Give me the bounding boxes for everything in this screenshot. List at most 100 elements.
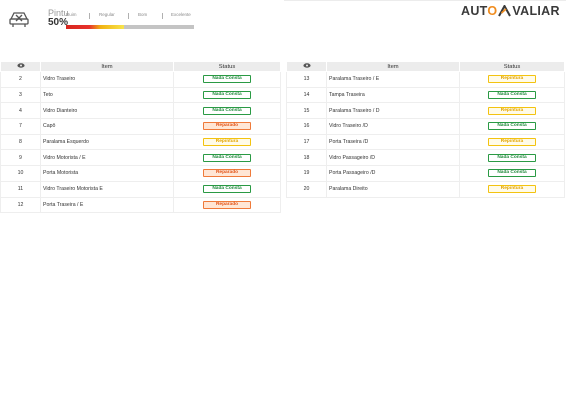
item-column-header: Item	[326, 61, 460, 72]
table-row[interactable]: 2 Vidro Traseiro Nada Consta	[0, 71, 281, 88]
row-status: Nada Consta	[173, 87, 281, 104]
row-number: 13	[286, 71, 327, 88]
scale-label-excelente: Excelente	[171, 12, 191, 17]
table-row[interactable]: 20 Paralama Direito Repintura	[286, 181, 565, 198]
scale-tick	[89, 13, 90, 19]
table-row[interactable]: 7 Capô Reparado	[0, 118, 281, 135]
row-status: Nada Consta	[459, 149, 565, 167]
table-row[interactable]: 14 Tampa Traseira Nada Consta	[286, 87, 565, 104]
scale-labels: Ruim Regular Bom Excelente	[66, 12, 194, 20]
status-column-header: Status	[173, 61, 281, 72]
status-badge: Nada Consta	[488, 169, 536, 178]
table-row[interactable]: 12 Porta Traseira / E Reparado	[0, 197, 281, 214]
row-item: Vidro Traseiro	[40, 71, 174, 88]
inspection-table-right: Item Status 13 Paralama Traseiro / E Repin…	[286, 61, 565, 198]
paint-percent: 50%	[48, 17, 69, 28]
row-item: Paralama Traseiro / D	[326, 102, 460, 120]
table-row[interactable]: 15 Paralama Traseiro / D Repintura	[286, 102, 565, 120]
car-inspection-icon	[9, 12, 29, 27]
table-row[interactable]: 4 Vidro Dianteiro Nada Consta	[0, 102, 281, 120]
status-badge: Reparado	[203, 200, 251, 209]
row-number: 18	[286, 149, 327, 167]
scale-tick	[162, 13, 163, 19]
view-column-header	[286, 61, 327, 72]
row-item: Porta Passageiro /D	[326, 165, 460, 182]
row-item: Vidro Dianteiro	[40, 102, 174, 120]
row-status: Reparado	[173, 165, 281, 182]
status-badge: Reparado	[203, 122, 251, 131]
eye-icon	[16, 63, 25, 69]
table-row[interactable]: 16 Vidro Traseiro /D Nada Consta	[286, 118, 565, 135]
row-number: 17	[286, 134, 327, 151]
status-badge: Repintura	[488, 138, 536, 147]
row-number: 12	[0, 197, 41, 214]
status-column-header: Status	[459, 61, 565, 72]
view-column-header	[0, 61, 41, 72]
row-status: Repintura	[173, 134, 281, 151]
scale-label-bom: Bom	[138, 12, 148, 17]
logo-a-mark	[498, 5, 512, 17]
status-badge: Repintura	[488, 185, 536, 194]
row-number: 19	[286, 165, 327, 182]
row-number: 20	[286, 181, 327, 198]
row-status: Reparado	[173, 118, 281, 135]
status-badge: Nada Consta	[488, 153, 536, 162]
row-number: 4	[0, 102, 41, 120]
row-status: Nada Consta	[459, 87, 565, 104]
logo-text-valiar: VALIAR	[512, 4, 560, 18]
row-item: Paralama Traseiro / E	[326, 71, 460, 88]
inspection-table-left: Item Status 2 Vidro Traseiro Nada Consta 3 T…	[0, 61, 281, 214]
autoavaliar-logo: AUTO VALIAR	[461, 2, 560, 20]
row-number: 15	[286, 102, 327, 120]
table-row[interactable]: 13 Paralama Traseiro / E Repintura	[286, 71, 565, 88]
row-status: Nada Consta	[173, 181, 281, 198]
table-row[interactable]: 3 Teto Nada Consta	[0, 87, 281, 104]
status-badge: Repintura	[488, 106, 536, 115]
table-row[interactable]: 8 Paralama Esquerdo Repintura	[0, 134, 281, 151]
row-number: 9	[0, 149, 41, 167]
row-status: Repintura	[459, 181, 565, 198]
scale-label-ruim: Ruim	[66, 12, 77, 17]
row-item: Teto	[40, 87, 174, 104]
status-badge: Nada Consta	[203, 75, 251, 84]
row-number: 16	[286, 118, 327, 135]
table-body-right: 13 Paralama Traseiro / E Repintura 14 Tampa …	[286, 71, 565, 198]
row-item: Vidro Passageiro /D	[326, 149, 460, 167]
row-number: 3	[0, 87, 41, 104]
row-item: Capô	[40, 118, 174, 135]
status-badge: Nada Consta	[488, 122, 536, 131]
status-badge: Repintura	[488, 75, 536, 84]
table-header-row: Item Status	[0, 61, 281, 72]
table-row[interactable]: 18 Vidro Passageiro /D Nada Consta	[286, 149, 565, 167]
table-row[interactable]: 9 Vidro Motorista / E Nada Consta	[0, 149, 281, 167]
row-item: Vidro Motorista / E	[40, 149, 174, 167]
item-column-header: Item	[40, 61, 174, 72]
row-item: Paralama Direito	[326, 181, 460, 198]
status-badge: Nada Consta	[488, 91, 536, 100]
row-number: 7	[0, 118, 41, 135]
row-status: Reparado	[173, 197, 281, 214]
logo-text-auto: AUTO	[461, 4, 498, 18]
scale-bar	[66, 25, 194, 29]
row-item: Porta Traseira / E	[40, 197, 174, 214]
table-row[interactable]: 11 Vidro Traseiro Motorista E Nada Consta	[0, 181, 281, 198]
row-status: Repintura	[459, 134, 565, 151]
row-item: Paralama Esquerdo	[40, 134, 174, 151]
table-row[interactable]: 17 Porta Traseira /D Repintura	[286, 134, 565, 151]
status-badge: Nada Consta	[203, 106, 251, 115]
row-number: 14	[286, 87, 327, 104]
table-row[interactable]: 19 Porta Passageiro /D Nada Consta	[286, 165, 565, 182]
row-item: Vidro Traseiro /D	[326, 118, 460, 135]
status-badge: Nada Consta	[203, 185, 251, 194]
row-item: Vidro Traseiro Motorista E	[40, 181, 174, 198]
row-status: Nada Consta	[173, 71, 281, 88]
table-row[interactable]: 10 Porta Motorista Reparado	[0, 165, 281, 182]
table-header-row: Item Status	[286, 61, 565, 72]
scale-fill	[66, 25, 124, 29]
eye-icon	[302, 63, 311, 69]
row-status: Nada Consta	[173, 102, 281, 120]
status-badge: Nada Consta	[203, 153, 251, 162]
row-number: 8	[0, 134, 41, 151]
row-item: Porta Traseira /D	[326, 134, 460, 151]
row-item: Tampa Traseira	[326, 87, 460, 104]
